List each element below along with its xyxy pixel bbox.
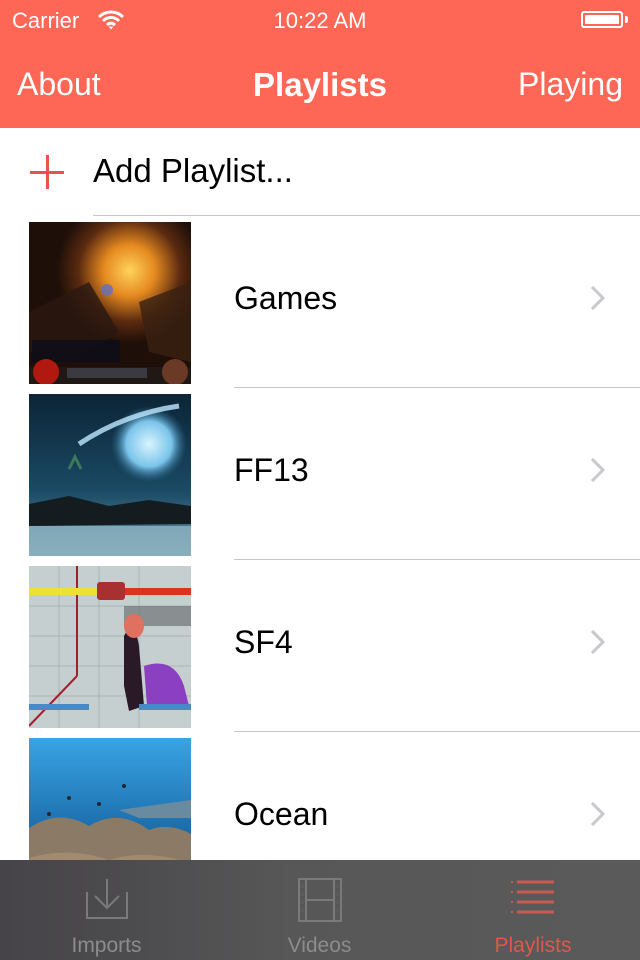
playlist-label: FF13 (234, 452, 309, 488)
tab-bar: Imports Videos Playlists (0, 860, 640, 960)
thumbnail-ocean (29, 738, 191, 860)
plus-icon (30, 155, 64, 189)
add-playlist-label: Add Playlist... (93, 152, 293, 189)
playlist-row-ff13[interactable]: FF13 (0, 388, 640, 560)
playlist-row-sf4[interactable]: SF4 (0, 560, 640, 732)
chevron-right-icon (588, 628, 608, 661)
tab-videos[interactable]: Videos (213, 860, 426, 960)
tab-playlists[interactable]: Playlists (426, 860, 640, 960)
chevron-right-icon (588, 284, 608, 317)
playlist-row-games[interactable]: Games (0, 216, 640, 388)
tab-label: Playlists (494, 934, 572, 957)
thumbnail-sf4 (29, 566, 191, 728)
header: Carrier 10:22 AM About Playlists Playing (0, 0, 640, 128)
playlist-label: Games (234, 280, 338, 316)
chevron-right-icon (588, 456, 608, 489)
thumbnail-ff13 (29, 394, 191, 556)
tab-label: Videos (287, 934, 352, 957)
playlist-row-ocean[interactable]: Ocean (0, 732, 640, 860)
playlist-list[interactable]: Add Playlist... Games FF13 SF4 Ocean (0, 128, 640, 860)
playlist-label: SF4 (234, 624, 293, 660)
battery-tip (625, 16, 628, 23)
playing-button[interactable]: Playing (518, 66, 623, 103)
chevron-right-icon (588, 800, 608, 833)
list-icon (511, 878, 555, 923)
thumbnail-games (29, 222, 191, 384)
status-bar: Carrier 10:22 AM (0, 0, 640, 40)
clock: 10:22 AM (273, 8, 367, 33)
tab-label: Imports (71, 934, 142, 957)
battery-icon (581, 11, 623, 28)
navigation-bar: About Playlists Playing (0, 40, 640, 128)
download-tray-icon (85, 878, 129, 925)
film-strip-icon (297, 878, 342, 927)
tab-imports[interactable]: Imports (0, 860, 213, 960)
add-playlist-button[interactable]: Add Playlist... (0, 128, 640, 216)
playlist-label: Ocean (234, 796, 329, 832)
